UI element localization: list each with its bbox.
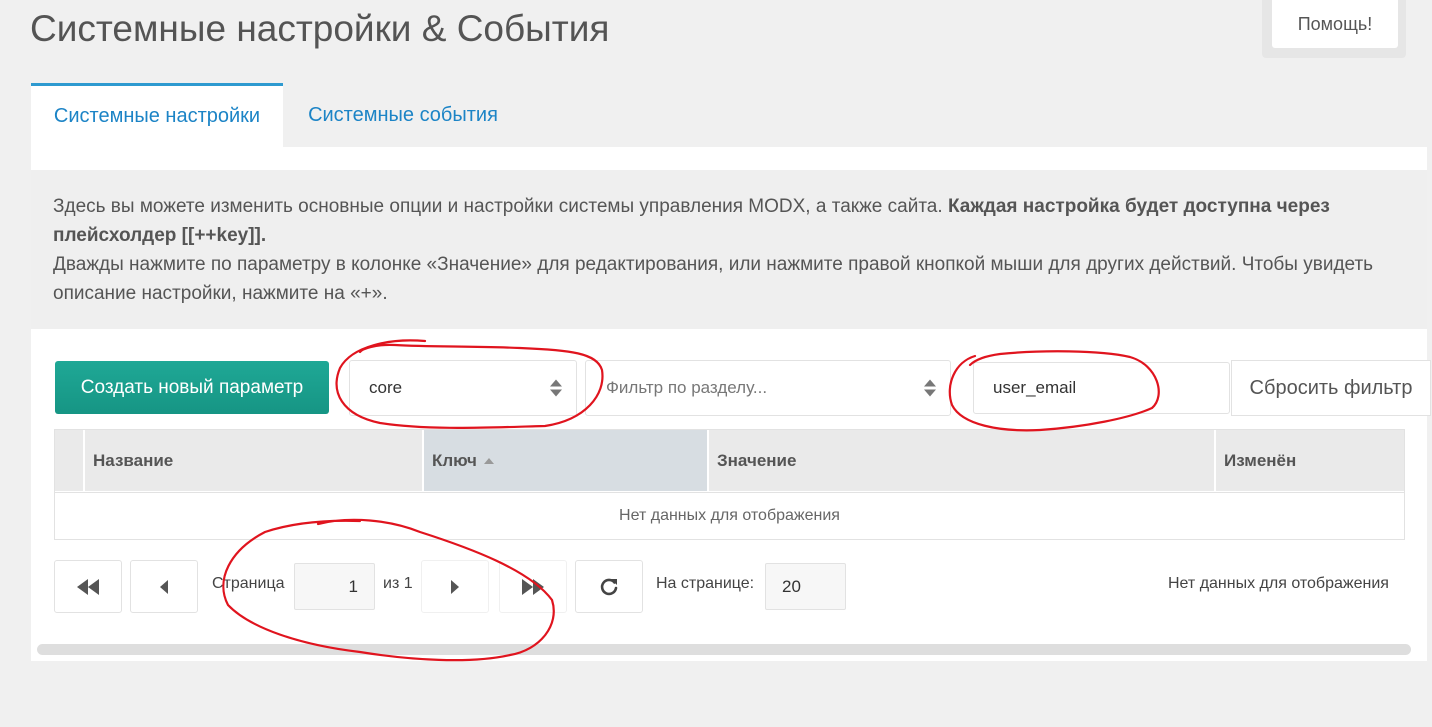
horizontal-scrollbar[interactable] bbox=[37, 644, 1411, 655]
page-label: Страница bbox=[212, 575, 285, 592]
column-header-modified-label: Изменён bbox=[1224, 450, 1297, 470]
refresh-icon bbox=[600, 578, 618, 595]
per-page-value: 20 bbox=[782, 576, 801, 596]
namespace-filter-value: core bbox=[369, 378, 403, 397]
column-header-name-label: Название bbox=[93, 450, 174, 470]
double-left-arrow-icon bbox=[77, 578, 99, 595]
column-header-value-label: Значение bbox=[717, 450, 797, 470]
left-arrow-icon bbox=[160, 579, 168, 594]
page-number-input[interactable]: 1 bbox=[294, 563, 375, 610]
per-page-input[interactable]: 20 bbox=[765, 563, 846, 610]
refresh-button[interactable] bbox=[575, 560, 643, 613]
reset-filter-button[interactable]: Сбросить фильтр bbox=[1231, 360, 1431, 416]
pager-status: Нет данных для отображения bbox=[1168, 575, 1389, 592]
column-header-name[interactable]: Название bbox=[85, 430, 424, 491]
last-page-button[interactable] bbox=[499, 560, 567, 613]
create-setting-button[interactable]: Создать новый параметр bbox=[55, 361, 329, 414]
per-page-label: На странице: bbox=[656, 575, 755, 592]
key-search-input[interactable]: user_email bbox=[973, 362, 1230, 414]
namespace-filter-select[interactable]: core bbox=[349, 360, 577, 416]
prev-page-button[interactable] bbox=[130, 560, 198, 613]
column-header-key-label: Ключ bbox=[432, 450, 477, 470]
description-line2: Дважды нажмите по параметру в колонке «З… bbox=[53, 254, 1374, 304]
right-arrow-icon bbox=[451, 579, 459, 594]
column-header-modified[interactable]: Изменён bbox=[1216, 430, 1404, 491]
description-line1: Здесь вы можете изменить основные опции … bbox=[53, 196, 943, 217]
tab-system-settings[interactable]: Системные настройки bbox=[31, 83, 283, 147]
select-arrows-icon bbox=[550, 379, 562, 397]
select-arrows-icon bbox=[924, 379, 936, 397]
column-header-value[interactable]: Значение bbox=[709, 430, 1216, 491]
sort-ascending-icon bbox=[483, 457, 494, 464]
description-text: Здесь вы можете изменить основные опции … bbox=[53, 192, 1383, 308]
area-filter-select[interactable]: Фильтр по разделу... bbox=[585, 360, 951, 416]
next-page-button[interactable] bbox=[421, 560, 489, 613]
help-button[interactable]: Помощь! bbox=[1272, 0, 1398, 48]
area-filter-placeholder: Фильтр по разделу... bbox=[606, 378, 768, 397]
double-right-arrow-icon bbox=[522, 578, 544, 595]
page-title: Системные настройки & События bbox=[30, 8, 610, 49]
first-page-button[interactable] bbox=[54, 560, 122, 613]
page-number-value: 1 bbox=[348, 576, 358, 596]
expander-column-header bbox=[55, 430, 85, 491]
tab-system-events[interactable]: Системные события bbox=[283, 83, 523, 147]
key-search-value: user_email bbox=[993, 378, 1077, 397]
grid-empty-message: Нет данных для отображения bbox=[55, 492, 1404, 538]
page-count-label: из 1 bbox=[383, 575, 413, 592]
column-header-key[interactable]: Ключ bbox=[424, 430, 709, 491]
